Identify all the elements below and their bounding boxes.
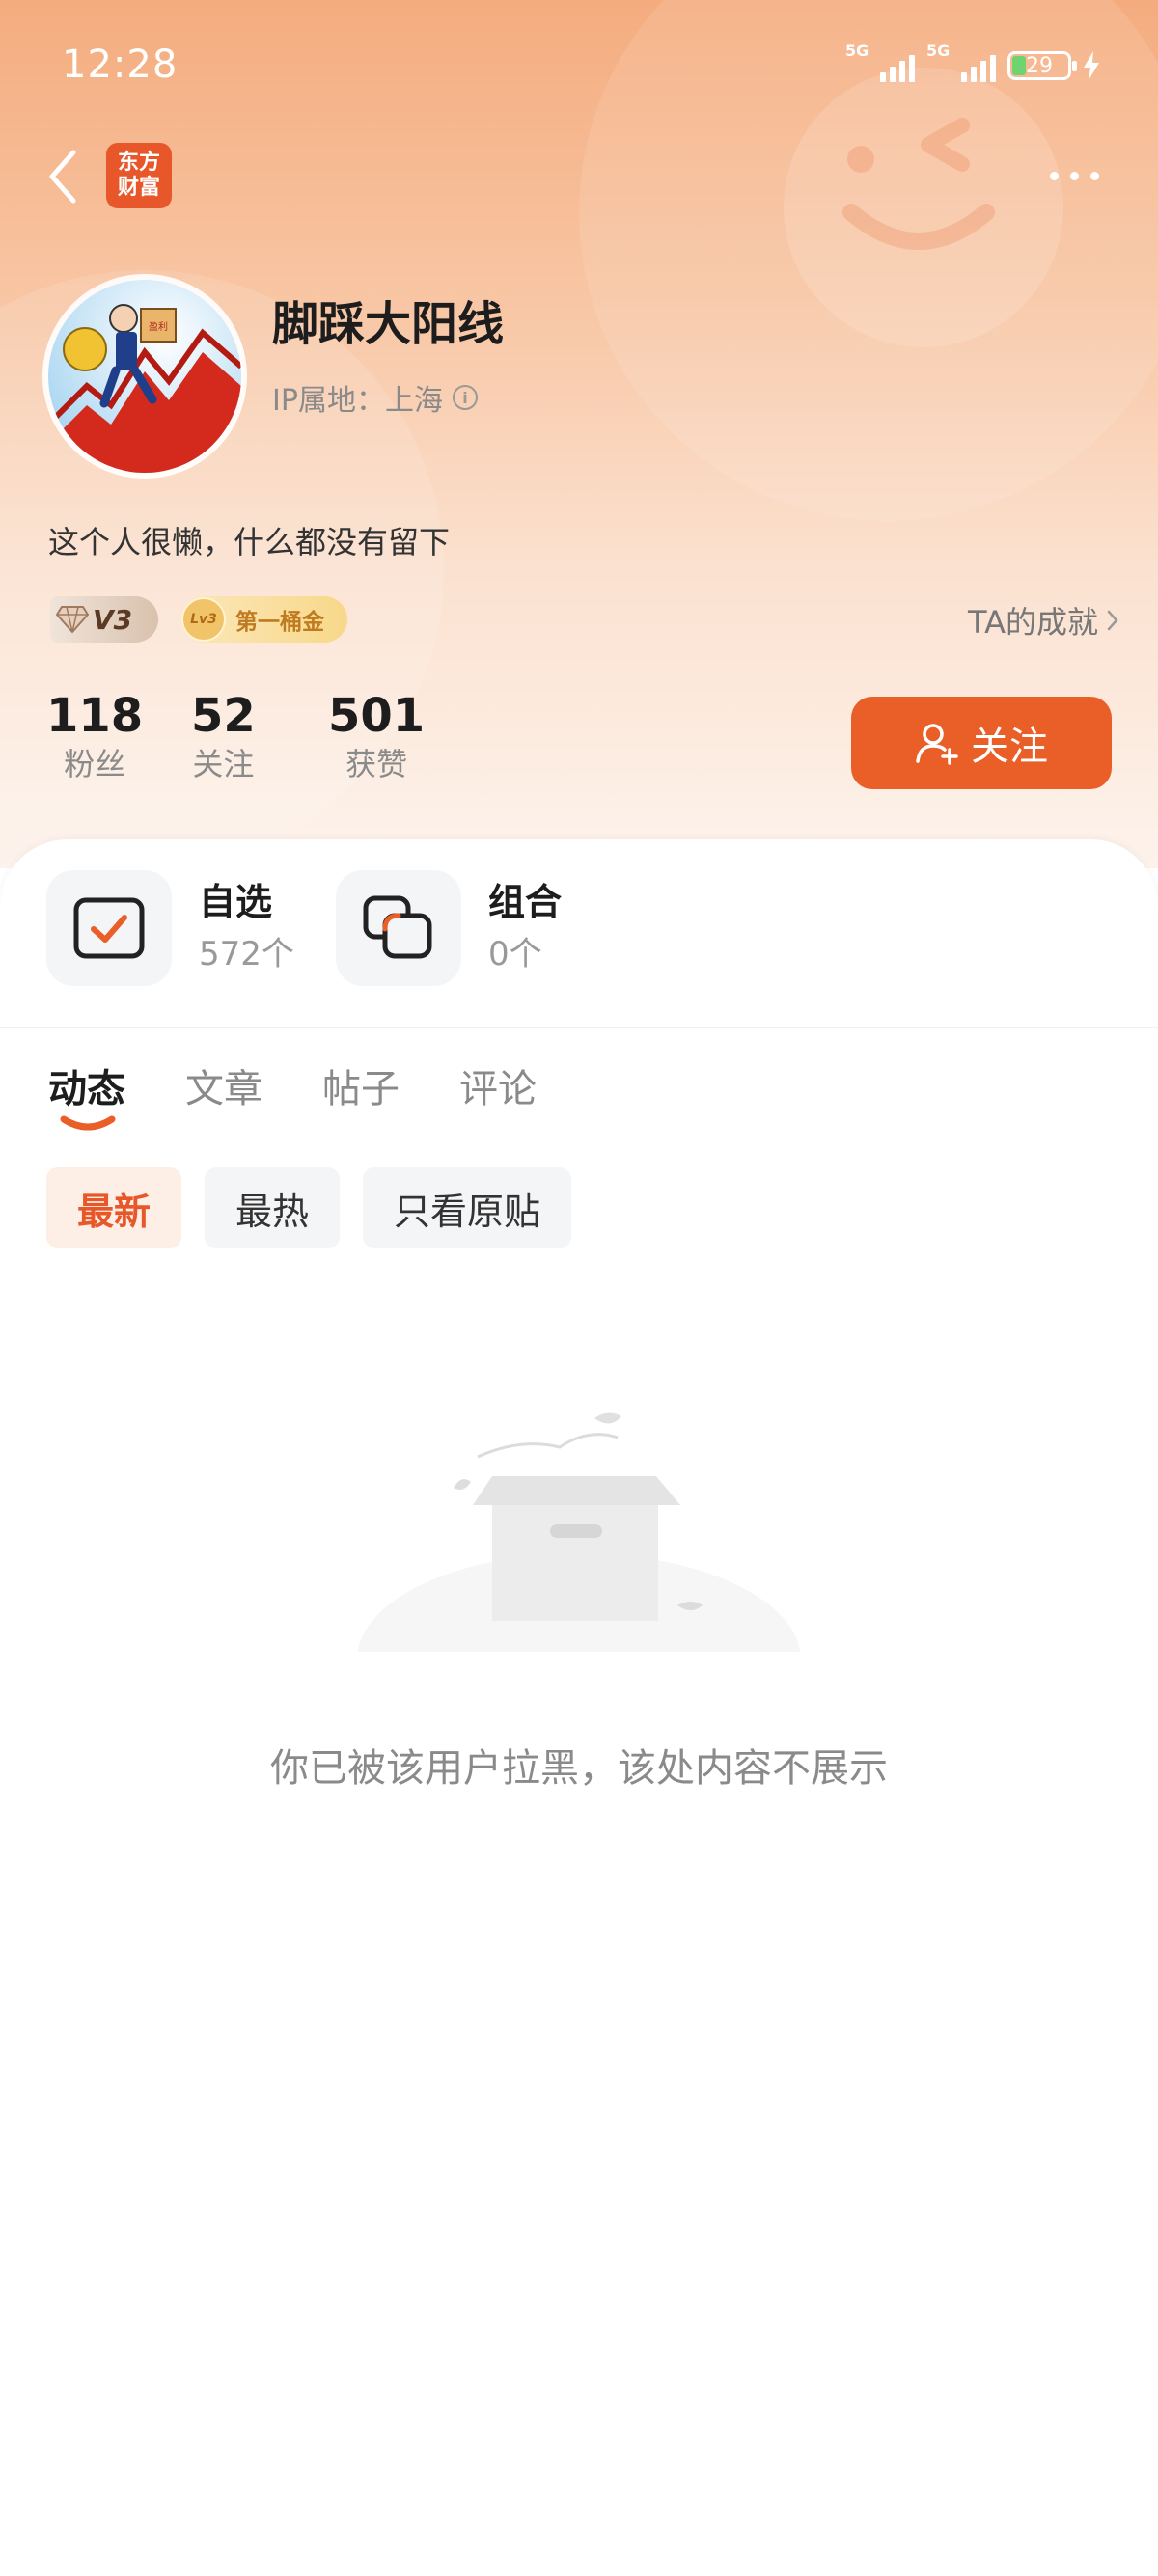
battery-icon: 29	[1007, 51, 1077, 80]
portfolio-entry[interactable]: 组合 0个	[336, 870, 562, 986]
tab-activity[interactable]: 动态	[48, 1057, 125, 1131]
filter-chips: 最新 最热 只看原贴	[46, 1167, 572, 1248]
add-user-icon	[916, 724, 958, 765]
filter-latest[interactable]: 最新	[46, 1167, 182, 1248]
username: 脚踩大阳线	[272, 297, 505, 351]
medal-icon: Lv3	[181, 597, 226, 642]
status-time: 12:28	[62, 42, 179, 87]
signal-icon: 5G	[845, 41, 915, 82]
diamond-icon	[56, 606, 89, 634]
stat-likes[interactable]: 501 获赞	[328, 687, 425, 785]
filter-original-only[interactable]: 只看原贴	[363, 1167, 572, 1248]
stat-following[interactable]: 52 关注	[191, 687, 256, 785]
watchlist-entry[interactable]: 自选 572个	[46, 870, 294, 986]
empty-box-illustration	[347, 1399, 811, 1766]
bio-text: 这个人很懒，什么都没有留下	[48, 524, 451, 561]
empty-state-message: 你已被该用户拉黑，该处内容不展示	[270, 1746, 888, 1791]
app-logo: 东方 财富	[106, 143, 172, 208]
mascot-watermark-icon	[784, 68, 1063, 347]
watchlist-check-icon	[46, 870, 172, 986]
avatar[interactable]: 盈利	[48, 280, 241, 473]
tab-posts[interactable]: 帖子	[322, 1057, 400, 1113]
portfolio-icon	[336, 870, 461, 986]
level-badge[interactable]: Lv3 第一桶金	[181, 596, 347, 643]
chevron-right-icon	[1107, 610, 1118, 631]
status-icons: 5G 5G 29	[845, 41, 1100, 85]
stat-followers[interactable]: 118 粉丝	[46, 687, 143, 785]
tab-comments[interactable]: 评论	[459, 1057, 537, 1113]
charging-icon	[1084, 51, 1099, 80]
vip-level-badge[interactable]: V3	[50, 596, 158, 643]
achievements-link[interactable]: TA的成就	[968, 598, 1119, 643]
info-icon[interactable]: i	[452, 385, 478, 410]
follow-button[interactable]: 关注	[851, 697, 1112, 789]
filter-hottest[interactable]: 最热	[205, 1167, 341, 1248]
more-options-icon[interactable]	[1050, 172, 1099, 180]
active-tab-indicator	[60, 1115, 116, 1131]
section-divider	[0, 1027, 1158, 1028]
content-tabs: 动态 文章 帖子 评论	[48, 1057, 537, 1131]
ip-location: IP属地：上海 i	[272, 376, 478, 419]
back-icon[interactable]	[44, 145, 83, 208]
svg-text:盈利: 盈利	[149, 321, 168, 333]
tab-articles[interactable]: 文章	[185, 1057, 262, 1113]
signal-icon: 5G	[926, 41, 996, 82]
